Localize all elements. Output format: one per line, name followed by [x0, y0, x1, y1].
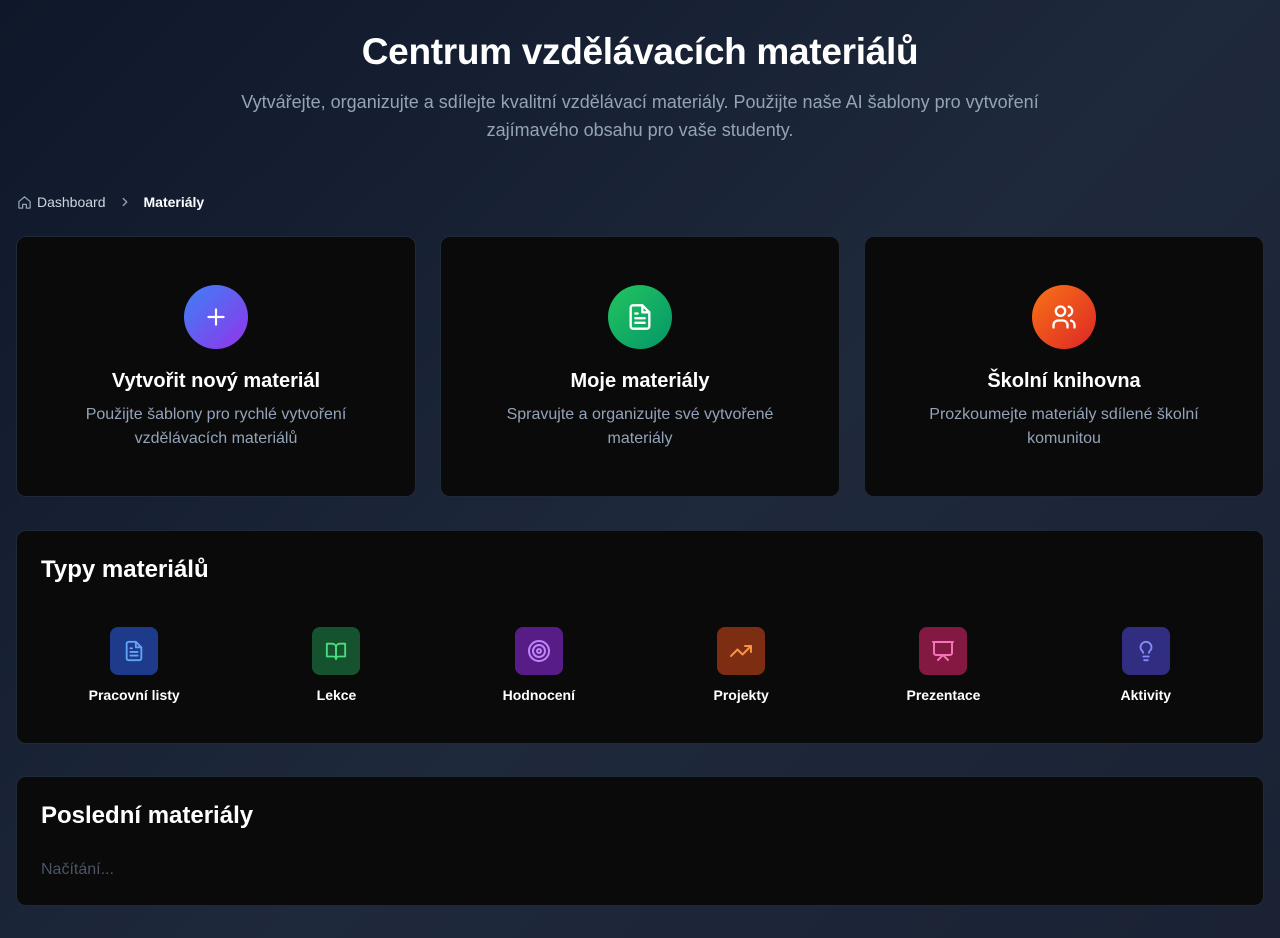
type-label: Lekce	[316, 687, 357, 703]
type-activities[interactable]: Aktivity	[1045, 627, 1247, 705]
card-description: Prozkoumejte materiály sdílené školní ko…	[929, 406, 1199, 447]
breadcrumb-dashboard-link[interactable]: Dashboard	[17, 194, 106, 210]
book-open-icon	[312, 627, 361, 675]
recent-materials-panel: Poslední materiály Načítání...	[16, 776, 1264, 906]
material-types-title: Typy materiálů	[41, 556, 209, 583]
type-assessments[interactable]: Hodnocení	[438, 627, 640, 705]
breadcrumb-home-label: Dashboard	[37, 194, 106, 210]
type-presentations[interactable]: Prezentace	[842, 627, 1044, 705]
lightbulb-icon	[1121, 627, 1170, 675]
page-header: Centrum vzdělávacích materiálů Vytvářejt…	[0, 0, 1280, 144]
card-title: Školní knihovna	[987, 370, 1141, 392]
my-materials-card[interactable]: Moje materiály Spravujte a organizujte s…	[440, 236, 840, 497]
recent-materials-title: Poslední materiály	[41, 802, 254, 829]
breadcrumb-current: Materiály	[143, 194, 205, 210]
type-label: Hodnocení	[502, 687, 575, 703]
trending-up-icon	[717, 627, 766, 675]
page-subtitle: Vytvářejte, organizujte a sdílejte kvali…	[241, 92, 1039, 140]
type-label: Prezentace	[906, 687, 981, 703]
plus-icon	[184, 285, 248, 349]
school-library-card[interactable]: Školní knihovna Prozkoumejte materiály s…	[864, 236, 1264, 497]
document-icon	[110, 627, 159, 675]
material-types-list: Pracovní listy Lekce Hodnocení Projekty …	[33, 627, 1247, 705]
breadcrumb: Dashboard Materiály	[17, 192, 204, 212]
card-title: Vytvořit nový materiál	[111, 370, 321, 392]
home-icon	[17, 195, 37, 210]
users-icon	[1032, 285, 1096, 349]
page-title: Centrum vzdělávacích materiálů	[361, 31, 919, 72]
material-types-panel: Typy materiálů Pracovní listy Lekce Hodn…	[16, 530, 1264, 744]
type-lessons[interactable]: Lekce	[235, 627, 437, 705]
type-label: Pracovní listy	[88, 687, 180, 703]
type-projects[interactable]: Projekty	[640, 627, 842, 705]
chevron-right-icon	[118, 195, 132, 209]
type-label: Projekty	[713, 687, 769, 703]
type-worksheets[interactable]: Pracovní listy	[33, 627, 235, 705]
loading-text: Načítání...	[41, 861, 114, 878]
document-icon	[608, 285, 672, 349]
card-title: Moje materiály	[570, 370, 710, 392]
quick-actions: Vytvořit nový materiál Použijte šablony …	[16, 236, 1264, 497]
create-material-card[interactable]: Vytvořit nový materiál Použijte šablony …	[16, 236, 416, 497]
presentation-icon	[919, 627, 968, 675]
card-description: Spravujte a organizujte své vytvořené ma…	[506, 406, 774, 447]
card-description: Použijte šablony pro rychlé vytvoření vz…	[85, 406, 347, 447]
type-label: Aktivity	[1120, 687, 1172, 703]
target-icon	[514, 627, 563, 675]
